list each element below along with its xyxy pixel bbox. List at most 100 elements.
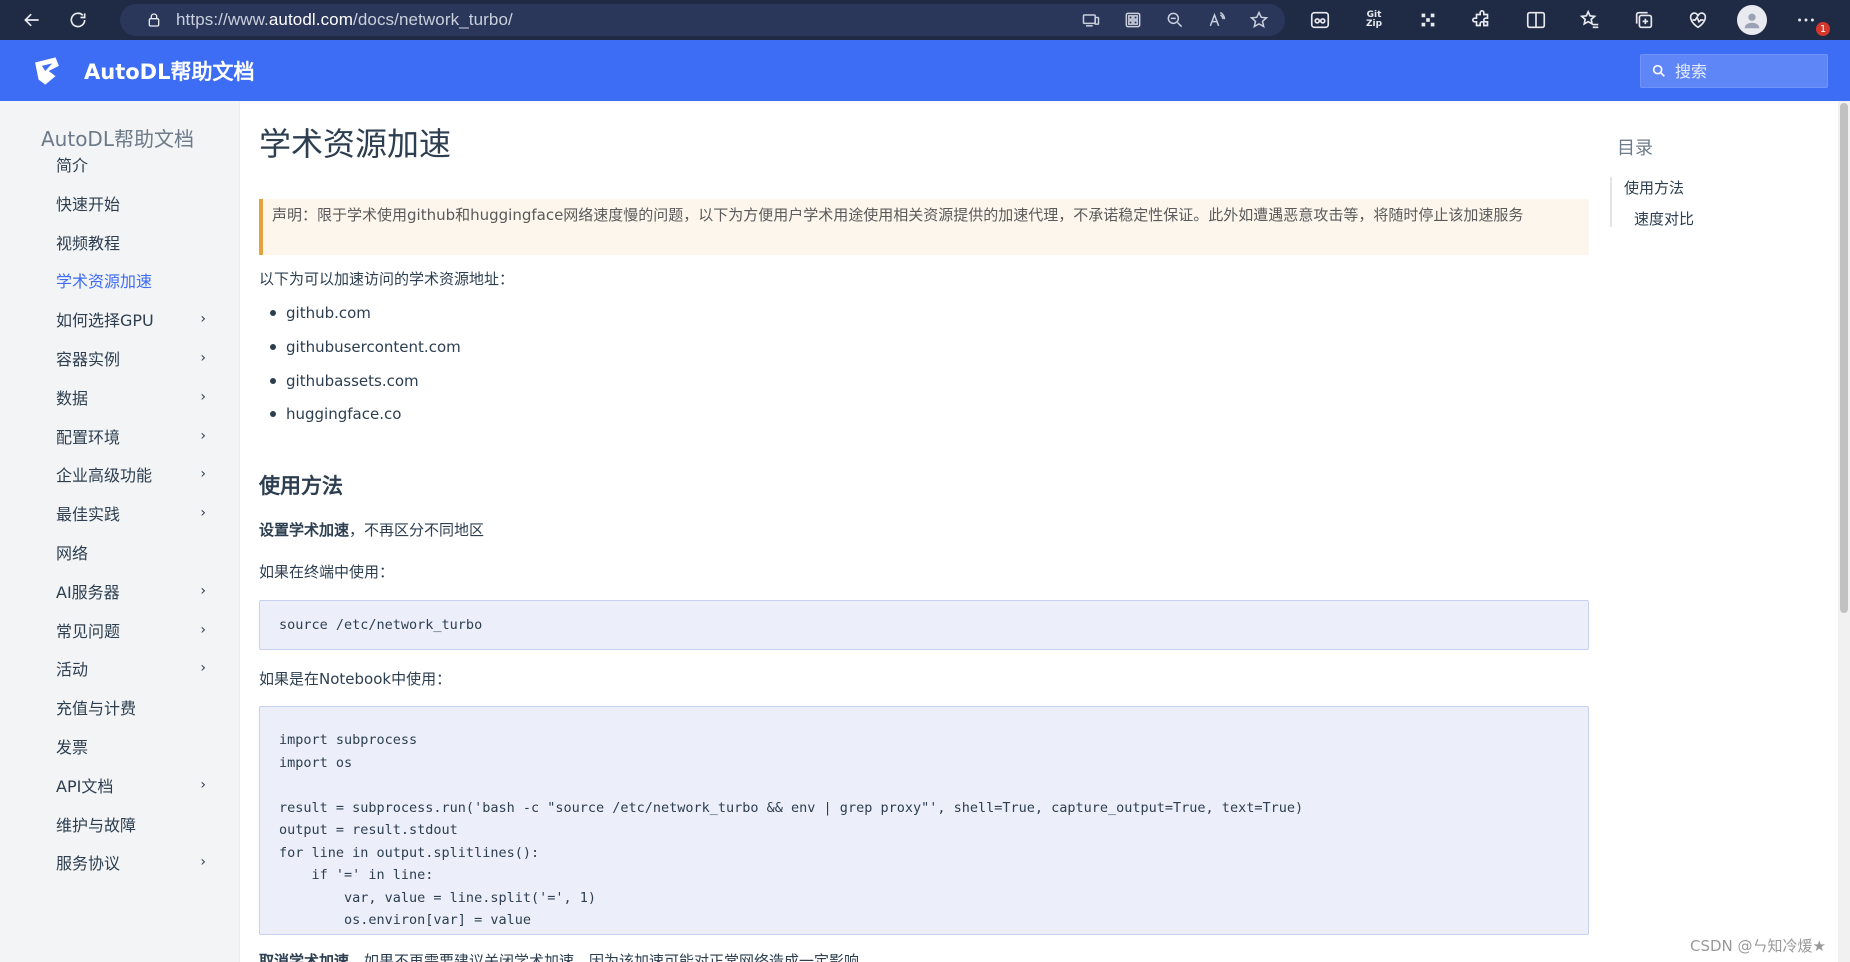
sidebar-item[interactable]: 快速开始: [56, 191, 206, 215]
search-box[interactable]: [1640, 54, 1828, 88]
gitzip-bottom-label: Zip: [1365, 19, 1383, 29]
sidebar-item[interactable]: 如何选择GPU ›: [56, 307, 206, 331]
url-text[interactable]: https://www.autodl.com/docs/network_turb…: [176, 10, 513, 30]
setup-text: 设置学术加速，不再区分不同地区: [259, 519, 484, 540]
search-icon: [1652, 64, 1665, 77]
chevron-right-icon[interactable]: ›: [200, 505, 206, 521]
scrollbar-thumb[interactable]: [1840, 103, 1848, 613]
disclaimer-notice: 声明：限于学术使用github和huggingface网络速度慢的问题，以下为方…: [259, 199, 1589, 255]
sidebar-item[interactable]: 活动 ›: [56, 656, 206, 680]
profile-button[interactable]: [1732, 4, 1772, 36]
favorite-star-icon[interactable]: [1247, 8, 1271, 32]
favorites-icon[interactable]: [1570, 4, 1610, 36]
sidebar-item-label: 快速开始: [56, 194, 121, 214]
sidebar-item-label: 充值与计费: [56, 699, 137, 719]
apps-icon[interactable]: [1121, 8, 1145, 32]
sidebar-heading[interactable]: AutoDL帮助文档: [41, 123, 194, 152]
back-arrow-icon: [24, 13, 39, 27]
chevron-right-icon[interactable]: ›: [200, 311, 206, 327]
search-input[interactable]: [1675, 61, 1815, 81]
toc-title: 目录: [1617, 138, 1653, 159]
toc-item-usage[interactable]: 使用方法: [1624, 177, 1684, 198]
url-domain: autodl.com: [268, 10, 354, 29]
url-prefix: https://www.: [176, 10, 269, 29]
autodl-logo-icon[interactable]: [30, 54, 64, 88]
toc-item-speed-compare[interactable]: 速度对比: [1634, 208, 1694, 229]
terminal-label: 如果在终端中使用：: [259, 563, 395, 581]
chevron-right-icon[interactable]: ›: [200, 583, 206, 599]
sidebar-item[interactable]: 配置环境 ›: [56, 424, 206, 448]
puzzle-extensions-icon[interactable]: [1462, 4, 1502, 36]
sidebar-item[interactable]: 学术资源加速: [56, 268, 206, 292]
sidebar-item[interactable]: 充值与计费: [56, 695, 206, 719]
device-icon[interactable]: [1079, 8, 1103, 32]
sidebar-item-label: 服务协议: [56, 854, 121, 874]
toc-divider: [1610, 177, 1612, 227]
sidebar-item-label: 数据: [56, 388, 89, 408]
sidebar-item[interactable]: 企业高级功能 ›: [56, 462, 206, 486]
cancel-rest: ，如果不再需要建议关闭学术加速，因为该加速可能对正常网络造成一定影响: [349, 952, 860, 962]
lock-icon[interactable]: [146, 12, 162, 28]
sidebar-item[interactable]: 维护与故障: [56, 812, 206, 836]
sidebar-item[interactable]: 最佳实践 ›: [56, 501, 206, 525]
chevron-right-icon[interactable]: ›: [200, 854, 206, 870]
address-bar-actions: [1079, 8, 1271, 32]
sidebar-item[interactable]: AI服务器 ›: [56, 579, 206, 603]
gitzip-extension-icon[interactable]: Git Zip: [1354, 4, 1394, 36]
chevron-right-icon[interactable]: ›: [200, 622, 206, 638]
collections-icon[interactable]: [1624, 4, 1664, 36]
sidebar-item-label: 企业高级功能: [56, 466, 153, 486]
sidebar-item-label: AI服务器: [56, 582, 120, 602]
health-icon[interactable]: [1678, 4, 1718, 36]
domain-list-item: githubusercontent.com: [270, 338, 461, 356]
terminal-code-block[interactable]: source /etc/network_turbo: [259, 600, 1589, 650]
sidebar-item-label: 常见问题: [56, 621, 121, 641]
more-menu-button[interactable]: 1: [1786, 4, 1830, 36]
site-title[interactable]: AutoDL帮助文档: [84, 56, 254, 86]
section-heading-usage: 使用方法: [259, 474, 343, 498]
sidebar-item[interactable]: 网络: [56, 540, 206, 564]
sidebar-item[interactable]: 服务协议 ›: [56, 850, 206, 874]
sidebar-item[interactable]: 简介: [56, 152, 206, 176]
zoom-out-icon[interactable]: [1163, 8, 1187, 32]
sidebar-item[interactable]: API文档 ›: [56, 773, 206, 797]
sidebar-item[interactable]: 数据 ›: [56, 385, 206, 409]
qr-extension-icon[interactable]: [1408, 4, 1448, 36]
chevron-right-icon[interactable]: ›: [200, 660, 206, 676]
page-scrollbar[interactable]: [1838, 101, 1850, 962]
sidebar-item-label: 活动: [56, 660, 89, 680]
sidebar-item[interactable]: 发票: [56, 734, 206, 758]
sidebar-item-label: 简介: [56, 156, 89, 175]
sidebar-item[interactable]: 容器实例 ›: [56, 346, 206, 370]
user-icon: [1744, 13, 1760, 29]
sidebar-item[interactable]: 视频教程: [56, 230, 206, 254]
sidebar-item-label: 维护与故障: [56, 815, 137, 835]
chevron-right-icon[interactable]: ›: [200, 428, 206, 444]
url-path: /docs/network_turbo/: [353, 10, 513, 29]
domain-list-item: githubassets.com: [270, 372, 419, 390]
read-aloud-icon[interactable]: [1205, 8, 1229, 32]
sidebar-item-label: 容器实例: [56, 350, 121, 369]
chevron-right-icon[interactable]: ›: [200, 777, 206, 793]
notebook-label: 如果是在Notebook中使用：: [259, 670, 452, 688]
watermark: CSDN @ㄣ知冷煖★: [1690, 937, 1826, 955]
domain-list-item: github.com: [270, 304, 371, 322]
setup-rest: ，不再区分不同地区: [349, 521, 485, 539]
split-screen-icon[interactable]: [1516, 4, 1556, 36]
back-button[interactable]: [14, 4, 50, 36]
cancel-turbo-text: 取消学术加速，如果不再需要建议关闭学术加速，因为该加速可能对正常网络造成一定影响: [259, 950, 859, 962]
refresh-button[interactable]: [60, 4, 96, 36]
chevron-right-icon[interactable]: ›: [200, 389, 206, 405]
domain-list-item: huggingface.co: [270, 405, 401, 423]
chevron-right-icon[interactable]: ›: [200, 466, 206, 482]
browser-toolbar: https://www.autodl.com/docs/network_turb…: [0, 0, 1850, 40]
sidebar-item[interactable]: 常见问题 ›: [56, 618, 206, 642]
extension-icons: Git Zip 1: [1300, 4, 1830, 36]
notebook-code-block[interactable]: import subprocess import os result = sub…: [259, 706, 1589, 935]
address-bar[interactable]: https://www.autodl.com/docs/network_turb…: [120, 4, 1285, 36]
sidebar-item-label: 最佳实践: [56, 505, 121, 525]
chevron-right-icon[interactable]: ›: [200, 350, 206, 366]
sidebar-item-label: 如何选择GPU: [56, 311, 154, 331]
reader-extension-icon[interactable]: [1300, 4, 1340, 36]
notification-badge: 1: [1816, 22, 1830, 36]
